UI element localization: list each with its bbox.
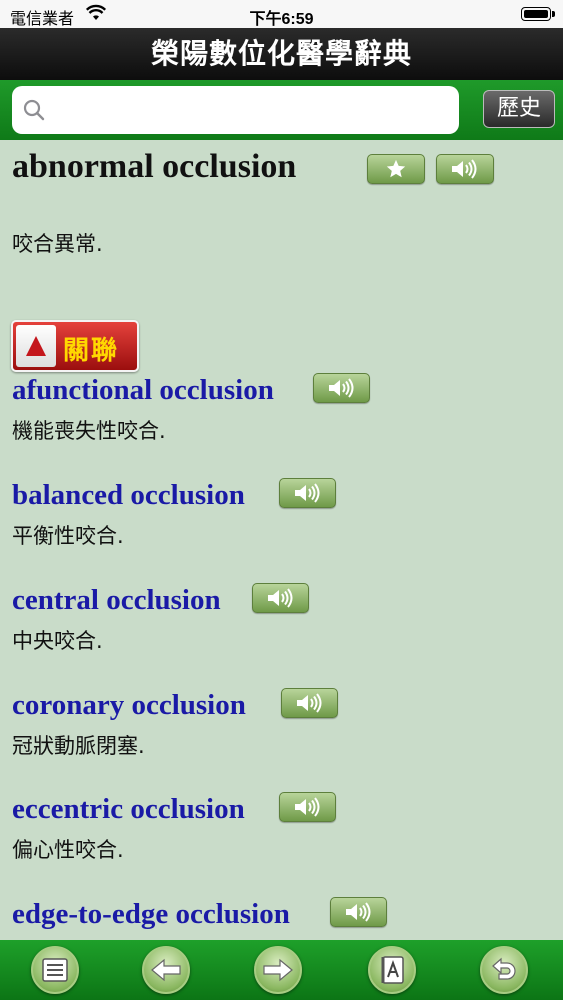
search-icon	[23, 99, 45, 121]
return-icon	[492, 957, 516, 980]
title-bar: 榮陽數位化醫學辭典	[0, 28, 563, 80]
related-definition: 平衡性咬合.	[12, 524, 124, 548]
related-speaker-button[interactable]	[313, 373, 370, 403]
speaker-icon	[267, 588, 292, 608]
related-term[interactable]: afunctional occlusion	[12, 374, 274, 407]
related-label: 關聯	[63, 336, 120, 366]
related-definition: 中央咬合.	[12, 629, 103, 653]
entry-definition: 咬合異常.	[12, 232, 103, 256]
related-term[interactable]: coronary occlusion	[12, 689, 246, 722]
related-definition: 冠狀動脈閉塞.	[12, 734, 145, 758]
related-speaker-button[interactable]	[252, 583, 309, 613]
dictionary-button[interactable]	[368, 946, 416, 994]
speaker-icon	[328, 378, 353, 398]
forward-arrow-icon	[263, 958, 293, 982]
status-bar: 電信業者 下午6:59	[0, 0, 563, 28]
history-button[interactable]: 歷史	[483, 90, 555, 128]
triangle-up-icon	[26, 336, 46, 356]
related-speaker-button[interactable]	[330, 897, 387, 927]
related-speaker-button[interactable]	[279, 478, 336, 508]
forward-button[interactable]	[254, 946, 302, 994]
return-button[interactable]	[480, 946, 528, 994]
search-input[interactable]	[56, 94, 446, 126]
favorite-button[interactable]	[367, 154, 425, 184]
back-arrow-icon	[151, 958, 181, 982]
bottom-toolbar	[0, 940, 563, 1000]
speaker-icon	[294, 483, 319, 503]
dictionary-book-icon	[381, 956, 404, 984]
app-title: 榮陽數位化醫學辭典	[150, 37, 412, 70]
related-toggle-button[interactable]: 關聯	[11, 320, 139, 372]
speaker-icon	[294, 797, 319, 817]
entry-term: abnormal occlusion	[12, 148, 297, 185]
related-term[interactable]: edge-to-edge occlusion	[12, 898, 290, 931]
related-definition: 機能喪失性咬合.	[12, 419, 166, 443]
speaker-icon	[452, 159, 477, 179]
battery-icon	[521, 7, 555, 21]
related-speaker-button[interactable]	[279, 792, 336, 822]
entry-content[interactable]: abnormal occlusion 咬合異常. 關聯 afunctional …	[0, 140, 563, 940]
related-definition: 偏心性咬合.	[12, 838, 124, 862]
speaker-icon	[345, 902, 370, 922]
speaker-icon	[296, 693, 321, 713]
entry-speaker-button[interactable]	[436, 154, 494, 184]
back-button[interactable]	[142, 946, 190, 994]
related-term[interactable]: balanced occlusion	[12, 479, 245, 512]
star-icon	[386, 159, 406, 178]
related-term[interactable]: central occlusion	[12, 584, 221, 617]
search-bar: 歷史	[0, 80, 563, 140]
list-button[interactable]	[31, 946, 79, 994]
related-speaker-button[interactable]	[281, 688, 338, 718]
clock: 下午6:59	[249, 11, 314, 28]
search-box[interactable]	[12, 86, 459, 134]
related-term[interactable]: eccentric occlusion	[12, 793, 245, 826]
list-icon	[42, 958, 68, 982]
